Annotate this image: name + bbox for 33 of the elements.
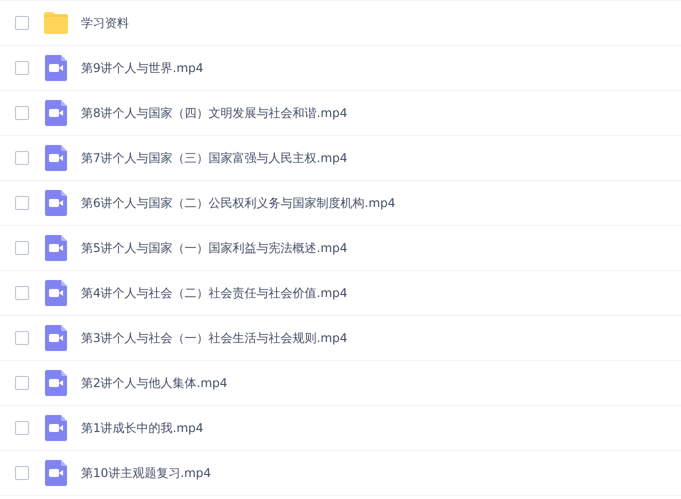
video-file-icon — [44, 280, 66, 306]
checkbox[interactable] — [15, 196, 29, 210]
checkbox[interactable] — [15, 61, 29, 75]
file-name[interactable]: 第10讲主观题复习.mp4 — [81, 464, 212, 482]
file-name[interactable]: 第8讲个人与国家（四）文明发展与社会和谐.mp4 — [81, 104, 348, 122]
file-name[interactable]: 第3讲个人与社会（一）社会生活与社会规则.mp4 — [81, 329, 348, 347]
video-file-icon — [44, 325, 66, 351]
file-name[interactable]: 第7讲个人与国家（三）国家富强与人民主权.mp4 — [81, 149, 348, 167]
file-name[interactable]: 学习资料 — [81, 14, 129, 32]
file-name[interactable]: 第2讲个人与他人集体.mp4 — [81, 374, 228, 392]
file-name[interactable]: 第1讲成长中的我.mp4 — [81, 419, 204, 437]
video-file-icon — [44, 235, 66, 261]
video-file-icon — [44, 100, 66, 126]
file-name[interactable]: 第6讲个人与国家（二）公民权利义务与国家制度机构.mp4 — [81, 194, 396, 212]
video-file-icon — [44, 370, 66, 396]
video-file-icon — [44, 145, 66, 171]
video-file-icon — [44, 55, 66, 81]
checkbox[interactable] — [15, 16, 29, 30]
file-name[interactable]: 第4讲个人与社会（二）社会责任与社会价值.mp4 — [81, 284, 348, 302]
file-name[interactable]: 第9讲个人与世界.mp4 — [81, 59, 204, 77]
folder-icon — [42, 12, 68, 34]
file-name[interactable]: 第5讲个人与国家（一）国家利益与宪法概述.mp4 — [81, 239, 348, 257]
checkbox[interactable] — [15, 376, 29, 390]
video-file-icon — [44, 190, 66, 216]
checkbox[interactable] — [15, 151, 29, 165]
checkbox[interactable] — [15, 286, 29, 300]
checkbox[interactable] — [15, 241, 29, 255]
checkbox[interactable] — [15, 466, 29, 480]
checkbox[interactable] — [15, 421, 29, 435]
video-file-icon — [44, 415, 66, 441]
checkbox[interactable] — [15, 331, 29, 345]
video-file-icon — [44, 460, 66, 486]
checkbox[interactable] — [15, 106, 29, 120]
